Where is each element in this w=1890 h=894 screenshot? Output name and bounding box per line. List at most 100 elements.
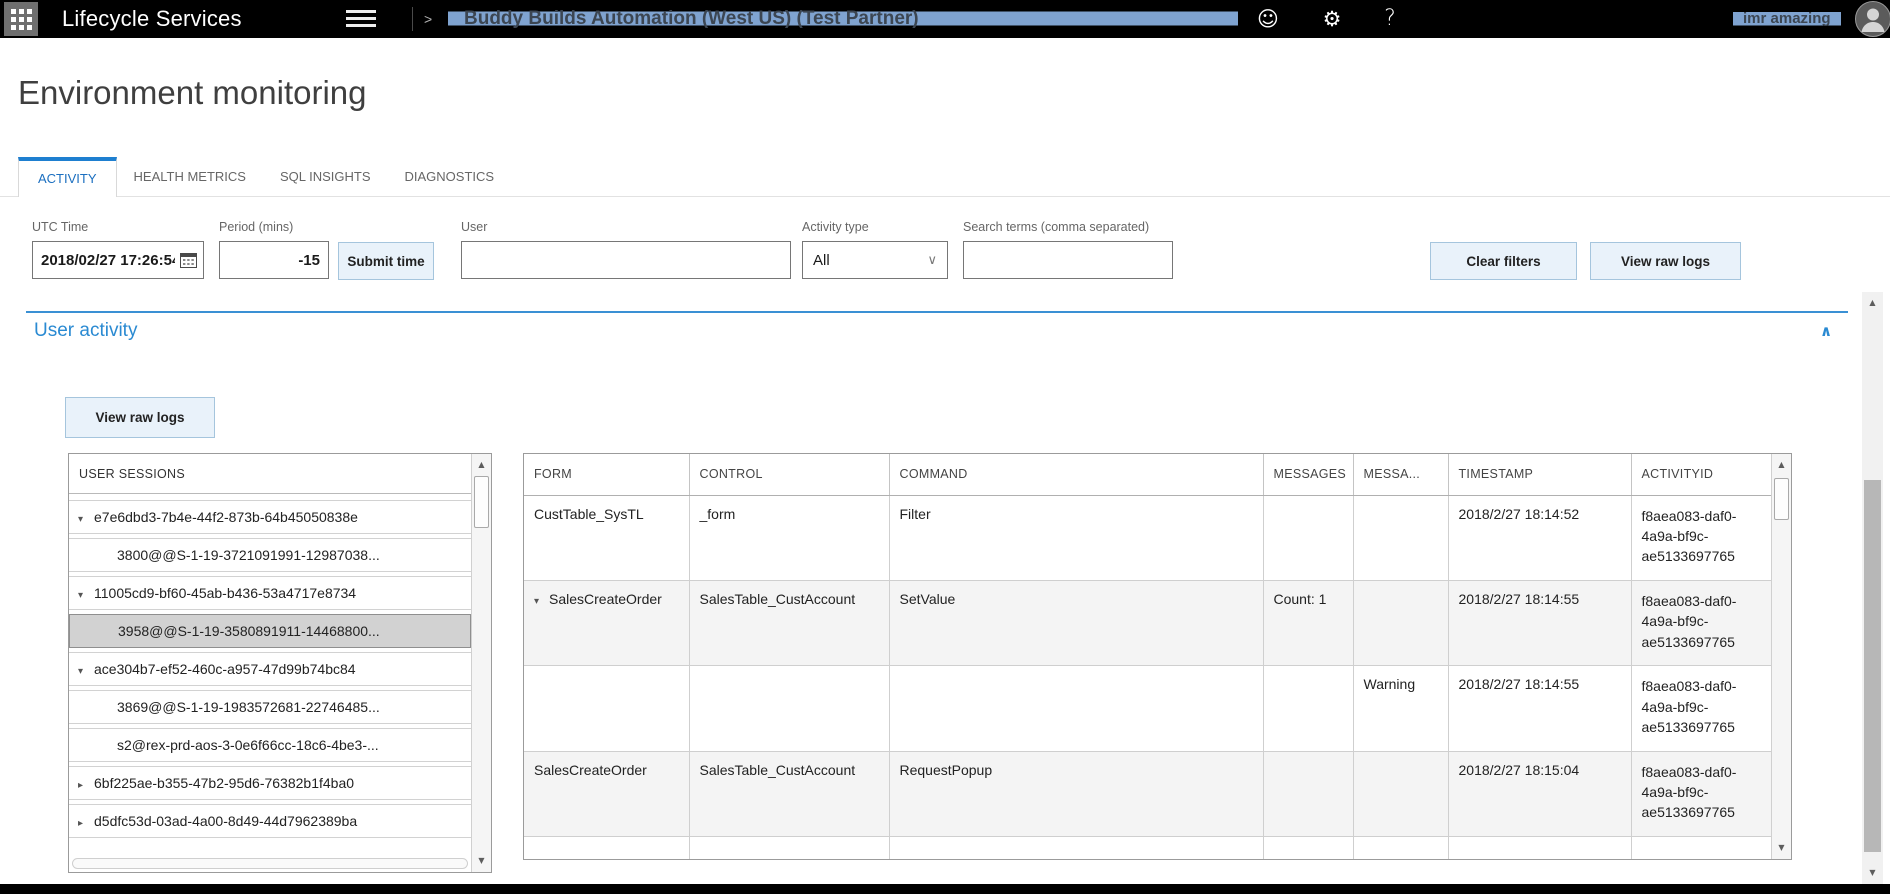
sessions-horizontal-scrollbar[interactable] xyxy=(72,858,468,869)
view-raw-logs-button-top[interactable]: View raw logs xyxy=(1590,242,1741,280)
apps-grid-icon[interactable] xyxy=(4,2,38,36)
user-sessions-list: ▾e7e6dbd3-7b4e-44f2-873b-64b45050838e 38… xyxy=(69,494,471,838)
cell-messa xyxy=(1353,751,1448,836)
cell-activityid: f8aea083-daf0-4a9a-bf9c-ae5133697765 xyxy=(1631,580,1771,665)
scrollbar-thumb[interactable] xyxy=(474,476,489,528)
topbar-separator xyxy=(412,7,413,31)
cell-activityid: f8aea083-daf0-4a9a-bf9c-ae5133697765 xyxy=(1631,666,1771,751)
session-row[interactable]: 3869@@S-1-19-1983572681-22746485... xyxy=(69,690,471,724)
session-label: 11005cd9-bf60-45ab-b436-53a4717e8734 xyxy=(94,585,356,601)
feedback-smiley-icon[interactable]: ☺ xyxy=(1250,0,1286,38)
activity-type-select[interactable]: All ∨ xyxy=(802,241,948,279)
sessions-vertical-scrollbar: ▲ ▼ xyxy=(471,454,491,872)
scroll-down-icon[interactable]: ▼ xyxy=(1862,864,1883,882)
cell-messa xyxy=(1353,495,1448,580)
activity-row[interactable]: SalesCreateOrder SalesTable_CustAccount … xyxy=(524,751,1771,836)
session-label: 6bf225ae-b355-47b2-95d6-76382b1f4ba0 xyxy=(94,775,354,791)
scroll-down-icon[interactable]: ▼ xyxy=(472,852,491,870)
topbar: Lifecycle Services > Buddy Builds Automa… xyxy=(0,0,1890,38)
cell-form xyxy=(524,666,689,751)
tab-activity[interactable]: ACTIVITY xyxy=(18,157,117,197)
cell-command xyxy=(889,666,1263,751)
collapse-section-icon[interactable]: ∧ xyxy=(1820,322,1832,340)
session-row[interactable]: 3800@@S-1-19-3721091991-12987038... xyxy=(69,538,471,572)
activity-table: FORM CONTROL COMMAND MESSAGES MESSA... T… xyxy=(524,454,1771,859)
activity-type-value: All xyxy=(813,252,830,269)
user-avatar[interactable] xyxy=(1854,0,1890,38)
scroll-up-icon[interactable]: ▲ xyxy=(472,456,491,474)
column-header-form: FORM xyxy=(524,454,689,495)
username[interactable]: imr amazing xyxy=(1733,8,1841,30)
session-row[interactable]: s2@rex-prd-aos-3-0e6f66cc-18c6-4be3-... xyxy=(69,728,471,762)
session-row[interactable]: ▾ace304b7-ef52-460c-a957-47d99b74bc84 xyxy=(69,652,471,686)
cell-messages xyxy=(1263,751,1353,836)
utc-time-label: UTC Time xyxy=(32,220,204,234)
page-vertical-scrollbar: ▲ ▼ xyxy=(1862,292,1883,884)
cell-timestamp: 2018/2/27 18:14:55 xyxy=(1448,666,1631,751)
cell-control: _form xyxy=(689,495,889,580)
session-label: d5dfc53d-03ad-4a00-8d49-44d7962389ba xyxy=(94,813,357,829)
tab-strip: ACTIVITY HEALTH METRICS SQL INSIGHTS DIA… xyxy=(18,157,511,197)
expander-collapsed-icon[interactable]: ▸ xyxy=(78,807,94,838)
search-terms-label: Search terms (comma separated) xyxy=(963,220,1173,234)
session-label: ace304b7-ef52-460c-a957-47d99b74bc84 xyxy=(94,661,356,677)
hamburger-menu-icon[interactable] xyxy=(346,10,376,31)
scroll-up-icon[interactable]: ▲ xyxy=(1772,456,1791,474)
session-row[interactable]: ▾11005cd9-bf60-45ab-b436-53a4717e8734 xyxy=(69,576,471,610)
breadcrumb-chevron-icon: > xyxy=(424,0,432,38)
expander-expanded-icon[interactable]: ▾ xyxy=(78,579,94,610)
cell-timestamp: 2018/2/27 18:14:52 xyxy=(1448,495,1631,580)
column-header-activityid: ACTIVITYID xyxy=(1631,454,1771,495)
brand-title[interactable]: Lifecycle Services xyxy=(62,0,242,38)
utc-time-input[interactable] xyxy=(32,241,204,279)
user-filter-input[interactable] xyxy=(461,241,791,279)
cell-control xyxy=(689,666,889,751)
activity-row[interactable]: ▾SalesCreateOrder SalesTable_CustAccount… xyxy=(524,580,1771,665)
settings-gear-icon[interactable]: ⚙ xyxy=(1314,0,1350,38)
activity-row[interactable]: CustTable_SysTL _form Filter 2018/2/27 1… xyxy=(524,495,1771,580)
tab-sql-insights[interactable]: SQL INSIGHTS xyxy=(263,157,388,197)
session-label: 3800@@S-1-19-3721091991-12987038... xyxy=(117,547,380,563)
session-row[interactable]: ▸6bf225ae-b355-47b2-95d6-76382b1f4ba0 xyxy=(69,766,471,800)
cell-timestamp: 2018/2/27 18:14:55 xyxy=(1448,580,1631,665)
scroll-down-icon[interactable]: ▼ xyxy=(1772,839,1791,857)
help-icon[interactable]: ? xyxy=(1376,0,1404,38)
cell-messa: Warning xyxy=(1353,666,1448,751)
scrollbar-thumb[interactable] xyxy=(1864,480,1881,852)
bottom-border-strip xyxy=(0,884,1890,894)
activity-row[interactable]: Warning 2018/2/27 18:14:55 f8aea083-daf0… xyxy=(524,666,1771,751)
tab-health-metrics[interactable]: HEALTH METRICS xyxy=(117,157,263,197)
column-header-timestamp: TIMESTAMP xyxy=(1448,454,1631,495)
cell-messages xyxy=(1263,495,1353,580)
session-row[interactable]: ▾e7e6dbd3-7b4e-44f2-873b-64b45050838e xyxy=(69,500,471,534)
clear-filters-button[interactable]: Clear filters xyxy=(1430,242,1577,280)
breadcrumb[interactable]: Buddy Builds Automation (West US) (Test … xyxy=(448,5,1238,33)
period-input[interactable] xyxy=(219,241,329,279)
view-raw-logs-button-section[interactable]: View raw logs xyxy=(65,397,215,438)
page-title: Environment monitoring xyxy=(18,74,367,112)
search-terms-input[interactable] xyxy=(963,241,1173,279)
activity-type-label: Activity type xyxy=(802,220,948,234)
cell-command: RequestPopup xyxy=(889,751,1263,836)
expander-collapsed-icon[interactable]: ▸ xyxy=(78,769,94,800)
tab-diagnostics[interactable]: DIAGNOSTICS xyxy=(388,157,512,197)
calendar-icon[interactable] xyxy=(180,252,197,273)
user-activity-section-title[interactable]: User activity xyxy=(34,320,137,342)
table-header-row: FORM CONTROL COMMAND MESSAGES MESSA... T… xyxy=(524,454,1771,495)
expander-expanded-icon[interactable]: ▾ xyxy=(534,596,549,607)
scrollbar-thumb[interactable] xyxy=(1774,478,1789,520)
user-filter-label: User xyxy=(461,220,791,234)
scroll-up-icon[interactable]: ▲ xyxy=(1862,294,1883,312)
expander-expanded-icon[interactable]: ▾ xyxy=(78,503,94,534)
cell-activityid: f8aea083-daf0-4a9a-bf9c-ae5133697765 xyxy=(1631,751,1771,836)
section-divider xyxy=(26,311,1848,313)
cell-command: Filter xyxy=(889,495,1263,580)
expander-expanded-icon[interactable]: ▾ xyxy=(78,655,94,686)
column-header-messa: MESSA... xyxy=(1353,454,1448,495)
cell-timestamp: 2018/2/27 18:15:04 xyxy=(1448,751,1631,836)
session-row-selected[interactable]: 3958@@S-1-19-3580891911-14468800... xyxy=(69,614,471,648)
cell-messages: Count: 1 xyxy=(1263,580,1353,665)
submit-time-button[interactable]: Submit time xyxy=(338,242,434,280)
column-header-command: COMMAND xyxy=(889,454,1263,495)
session-row[interactable]: ▸d5dfc53d-03ad-4a00-8d49-44d7962389ba xyxy=(69,804,471,838)
